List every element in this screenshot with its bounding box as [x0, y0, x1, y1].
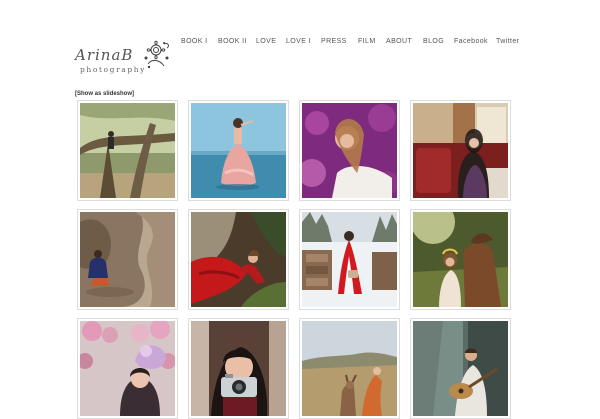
- photo-image: [191, 321, 286, 416]
- photo-thumbnail[interactable]: [77, 209, 178, 310]
- photo-image: [80, 321, 175, 416]
- photo-image: [191, 212, 286, 307]
- flower-ornament-icon: [144, 40, 169, 69]
- photo-image: [413, 212, 508, 307]
- nav-about[interactable]: ABOUT: [386, 38, 412, 45]
- site-logo[interactable]: ArinaB photography: [75, 38, 175, 78]
- nav-book-ii[interactable]: BOOK II: [218, 38, 247, 45]
- photo-thumbnail[interactable]: [77, 100, 178, 201]
- nav-book-i[interactable]: BOOK I: [181, 38, 208, 45]
- logo-script-text: ArinaB: [75, 46, 134, 64]
- photo-thumbnail[interactable]: [410, 209, 511, 310]
- nav-twitter[interactable]: Twitter: [496, 38, 519, 45]
- logo-subtitle: photography: [80, 65, 147, 74]
- photo-thumbnail[interactable]: [188, 100, 289, 201]
- photo-thumbnail[interactable]: [410, 100, 511, 201]
- photo-image: [413, 103, 508, 198]
- nav-film[interactable]: FILM: [358, 38, 376, 45]
- nav-love-i[interactable]: LOVE I: [286, 38, 311, 45]
- nav-blog[interactable]: BLOG: [423, 38, 444, 45]
- photo-image: [80, 103, 175, 198]
- photo-image: [191, 103, 286, 198]
- photo-image: [302, 212, 397, 307]
- photo-image: [80, 212, 175, 307]
- photo-gallery: [77, 100, 513, 419]
- photo-image: [302, 321, 397, 416]
- photo-thumbnail[interactable]: [299, 318, 400, 419]
- photo-thumbnail[interactable]: [188, 209, 289, 310]
- nav-love[interactable]: LOVE: [256, 38, 276, 45]
- show-as-slideshow-link[interactable]: [Show as slideshow]: [75, 91, 134, 97]
- photo-image: [302, 103, 397, 198]
- photo-thumbnail[interactable]: [299, 100, 400, 201]
- photo-thumbnail[interactable]: [77, 318, 178, 419]
- nav-press[interactable]: PRESS: [321, 38, 347, 45]
- photo-thumbnail[interactable]: [410, 318, 511, 419]
- photo-thumbnail[interactable]: [188, 318, 289, 419]
- photo-image: [413, 321, 508, 416]
- nav-facebook[interactable]: Facebook: [454, 38, 488, 45]
- photo-thumbnail[interactable]: [299, 209, 400, 310]
